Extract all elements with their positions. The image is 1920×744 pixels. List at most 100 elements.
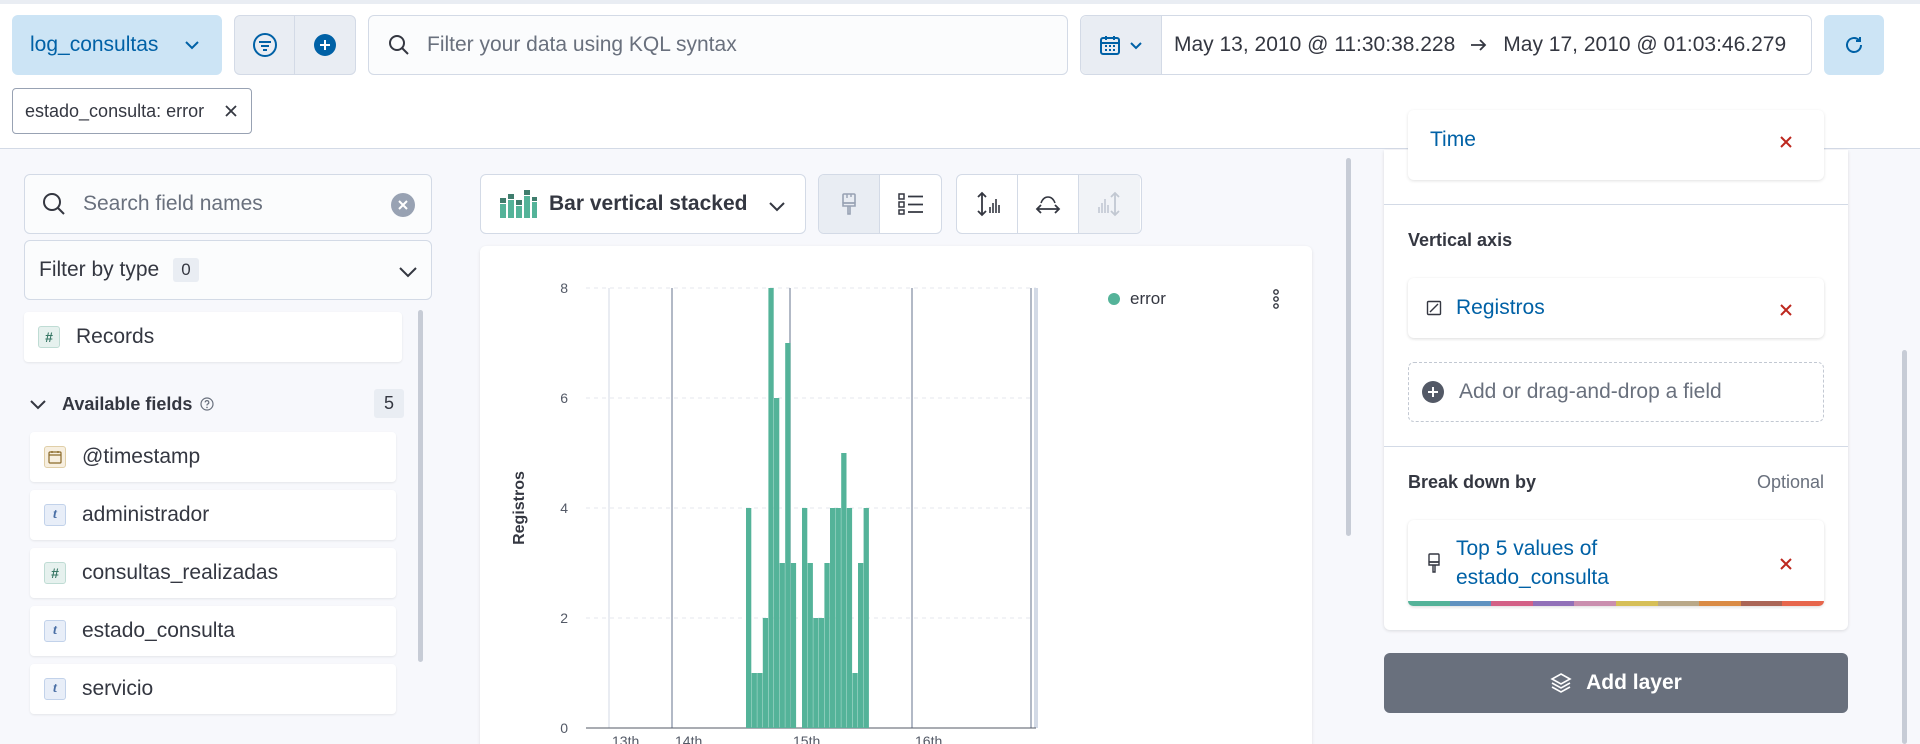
- close-icon[interactable]: [223, 103, 239, 124]
- palette-swatch: [1657, 601, 1700, 606]
- chart-panel: 0 2 4 6 8 13th 14th 15th 16th Registros error: [480, 246, 1312, 744]
- field-name: administrador: [82, 503, 210, 526]
- visualization-type-picker[interactable]: Bar vertical stacked: [480, 174, 806, 234]
- bar: [813, 618, 819, 728]
- number-type-icon: #: [38, 326, 60, 348]
- palette-swatch: [1699, 601, 1741, 606]
- bar: [751, 673, 757, 728]
- legend-settings-button[interactable]: [880, 175, 941, 233]
- bar: [762, 618, 769, 728]
- kql-query-input[interactable]: [427, 33, 1027, 57]
- palette-swatch: [1491, 601, 1533, 606]
- number-type-icon: #: [44, 562, 66, 584]
- horizontal-axis-field-button[interactable]: Time: [1408, 110, 1824, 180]
- vertical-axis-field-button[interactable]: Registros: [1408, 278, 1824, 338]
- field-name: estado_consulta: [82, 619, 235, 642]
- break-down-field: Top 5 values of estado_consulta: [1456, 534, 1609, 592]
- add-layer-button[interactable]: Add layer: [1384, 653, 1848, 713]
- palette-swatch: [1740, 601, 1783, 606]
- bottom-axis-button[interactable]: [1018, 175, 1079, 233]
- bar: [802, 508, 808, 728]
- date-end[interactable]: May 17, 2010 @ 01:03:46.279: [1503, 33, 1786, 57]
- chevron-down-icon: [767, 197, 787, 221]
- field-item-records[interactable]: # Records: [24, 312, 402, 362]
- field-item-administrador[interactable]: t administrador: [30, 490, 396, 540]
- refresh-button[interactable]: [1824, 15, 1884, 75]
- arrow-right-icon: [1469, 37, 1489, 53]
- section-divider: [1384, 446, 1848, 447]
- appearance-toolbar: [818, 174, 942, 234]
- section-divider: [1384, 204, 1848, 205]
- refresh-icon: [1846, 37, 1862, 53]
- y-tick-label: 0: [560, 720, 568, 736]
- bar: [746, 508, 752, 728]
- filter-by-type-count: 0: [173, 258, 199, 282]
- y-axis-title: Registros: [511, 471, 528, 545]
- field-list-scrollbar[interactable]: [418, 310, 423, 662]
- right-axis-button[interactable]: [1079, 175, 1140, 233]
- y-tick-label: 6: [560, 390, 568, 406]
- bar-stacked-icon: [500, 190, 537, 218]
- available-fields-label: Available fields: [62, 393, 193, 414]
- plus-circle-icon: [1422, 381, 1444, 403]
- axis-right-icon: [1097, 191, 1120, 217]
- palette-swatch: [1408, 601, 1450, 606]
- calendar-icon: [1100, 36, 1120, 55]
- horizontal-axis-field: Time: [1430, 128, 1476, 151]
- field-item-timestamp[interactable]: @timestamp: [30, 432, 396, 482]
- break-down-title: Break down by: [1408, 472, 1537, 492]
- bar: [757, 673, 763, 728]
- color-palette-strip: [1408, 601, 1824, 606]
- field-name: consultas_realizadas: [82, 561, 279, 584]
- visual-options-button[interactable]: [819, 175, 880, 233]
- available-fields-count: 5: [373, 389, 404, 418]
- config-scrollbar[interactable]: [1902, 350, 1907, 744]
- palette-swatch: [1782, 601, 1824, 606]
- chevron-down-icon: [182, 35, 202, 61]
- remove-icon[interactable]: [1778, 132, 1794, 156]
- palette-swatch: [1615, 601, 1658, 606]
- available-fields-header[interactable]: Available fields 5: [28, 386, 404, 422]
- bar: [835, 508, 841, 728]
- field-item-servicio[interactable]: t servicio: [30, 664, 396, 714]
- field-item-consultas-realizadas[interactable]: # consultas_realizadas: [30, 548, 396, 598]
- date-start[interactable]: May 13, 2010 @ 11:30:38.228: [1174, 33, 1455, 57]
- filter-menu-icon: [252, 33, 277, 57]
- calendar-icon: [44, 446, 66, 468]
- search-icon: [43, 193, 65, 215]
- y-tick-label: 2: [560, 610, 568, 626]
- workspace-scrollbar[interactable]: [1346, 158, 1351, 536]
- query-menu-button[interactable]: [235, 16, 296, 74]
- metric-icon: [1426, 300, 1442, 316]
- x-tick-label: 16th: [915, 733, 942, 744]
- field-item-estado-consulta[interactable]: t estado_consulta: [30, 606, 396, 656]
- clear-icon[interactable]: [391, 193, 415, 217]
- x-tick-label: 14th: [675, 733, 702, 744]
- filter-pill-label: estado_consulta: error: [25, 100, 205, 121]
- layer-config-panel: Time Vertical axis Registros Add or drag…: [1370, 110, 1920, 744]
- data-view-picker[interactable]: log_consultas: [12, 15, 222, 75]
- bar: [774, 398, 780, 728]
- filter-pill[interactable]: estado_consulta: error: [12, 88, 252, 134]
- palette-swatch: [1449, 601, 1492, 606]
- filter-by-type-button[interactable]: Filter by type 0: [24, 240, 432, 300]
- remove-icon[interactable]: [1778, 300, 1794, 324]
- add-filter-button[interactable]: [295, 16, 355, 74]
- palette-swatch: [1532, 601, 1575, 606]
- bar: [818, 618, 825, 728]
- legend-label: error: [1130, 289, 1166, 308]
- query-menu-group: [234, 15, 356, 75]
- add-field-dropzone[interactable]: Add or drag-and-drop a field: [1408, 362, 1824, 422]
- left-axis-button[interactable]: [957, 175, 1018, 233]
- field-search-input[interactable]: [83, 192, 383, 216]
- break-down-field-button[interactable]: Top 5 values of estado_consulta: [1408, 520, 1824, 606]
- remove-icon[interactable]: [1778, 554, 1794, 578]
- optional-label: Optional: [1756, 472, 1824, 492]
- bar: [824, 563, 830, 728]
- workspace-panel: Bar vertical stacked 0 2 4 6 8 13th 14th 15th 16…: [456, 150, 1370, 744]
- bar: [785, 343, 791, 728]
- help-icon[interactable]: [200, 397, 214, 411]
- string-type-icon: t: [44, 678, 66, 700]
- x-tick-label: 13th: [612, 733, 639, 744]
- quick-date-menu-button[interactable]: [1081, 16, 1162, 74]
